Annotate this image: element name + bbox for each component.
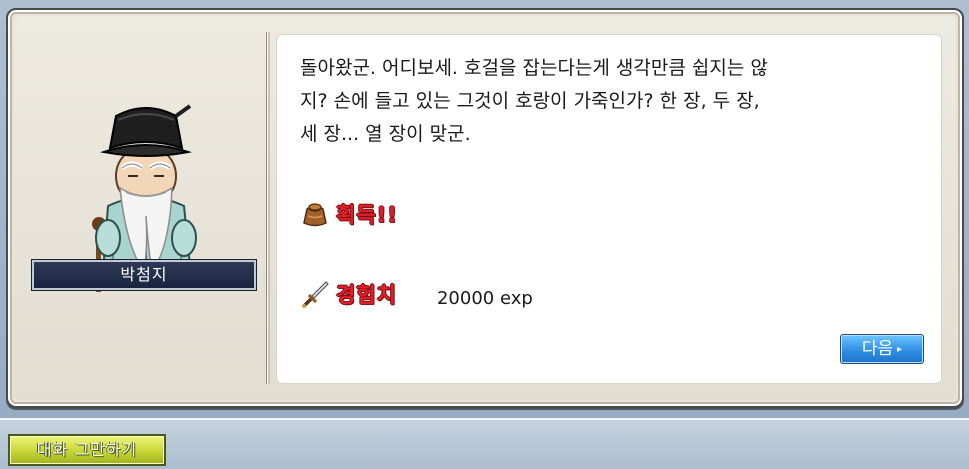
dialog-line: 세 장... 열 장이 맞군.	[300, 123, 471, 145]
arrow-right-icon: ▸	[897, 344, 903, 355]
reward-acquire-label: 획득!!	[336, 203, 398, 227]
bottom-bar: 대화 그만하기	[0, 418, 969, 469]
sword-icon	[302, 281, 329, 308]
bag-icon	[303, 203, 327, 227]
dialog-line: 돌아왔군. 어디보세. 호걸을 잡는다는게 생각만큼 쉽지는 않	[300, 57, 768, 79]
dialog-message: 돌아왔군. 어디보세. 호걸을 잡는다는게 생각만큼 쉽지는 않 지? 손에 들…	[300, 52, 910, 151]
next-button[interactable]: 다음 ▸	[840, 334, 924, 364]
next-button-label: 다음	[861, 339, 894, 359]
reward-exp-label: 경험치	[336, 283, 397, 307]
reward-exp-value: 20000 exp	[436, 287, 533, 309]
dialog-text-panel: 돌아왔군. 어디보세. 호걸을 잡는다는게 생각만큼 쉽지는 않 지? 손에 들…	[276, 34, 942, 384]
dialog-line: 지? 손에 들고 있는 그것이 호랑이 가죽인가? 한 장, 두 장,	[300, 90, 760, 112]
end-chat-button[interactable]: 대화 그만하기	[8, 434, 166, 466]
reward-exp-row: 경험치 20000 exp	[300, 278, 533, 310]
npc-dialog-window: 박첨지 돌아왔군. 어디보세. 호걸을 잡는다는게 생각만큼 쉽지는 않 지? …	[6, 8, 964, 408]
panel-divider	[266, 32, 270, 384]
npc-dialog-screen: 박첨지 돌아왔군. 어디보세. 호걸을 잡는다는게 생각만큼 쉽지는 않 지? …	[0, 0, 969, 469]
npc-panel: 박첨지	[22, 30, 266, 390]
reward-acquire-row: 획득!!	[300, 198, 398, 230]
npc-name-plate: 박첨지	[32, 260, 256, 290]
